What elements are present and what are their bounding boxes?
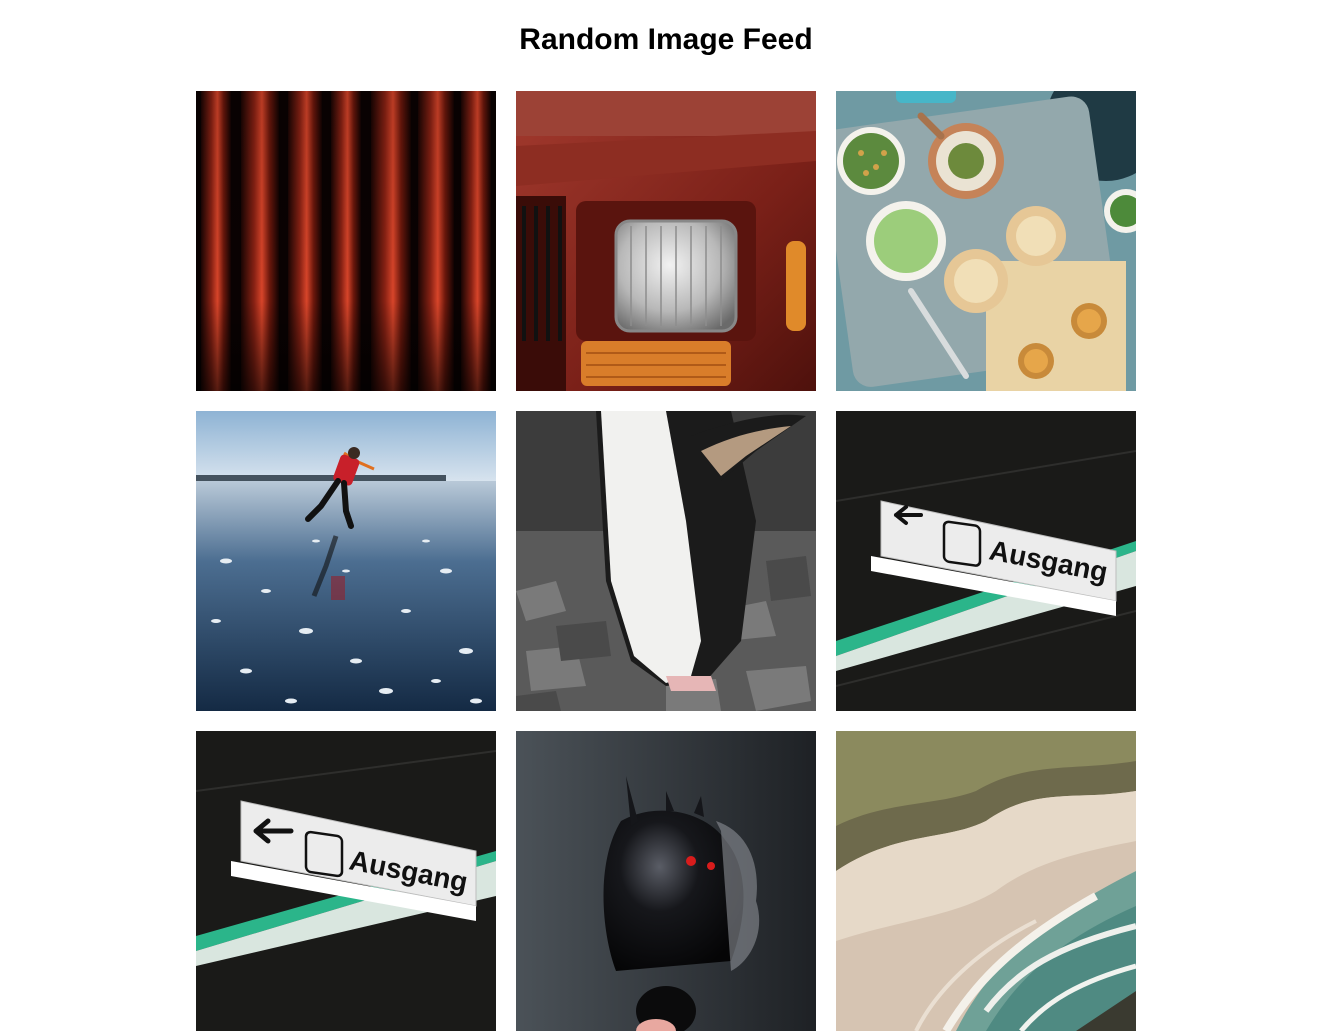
feed-image-exit-sign[interactable]: Ausgang — [836, 411, 1136, 711]
page-title: Random Image Feed — [519, 23, 813, 56]
coast-photo — [836, 731, 1136, 1031]
sculpture-photo — [516, 731, 816, 1031]
feed-image-exit-sign[interactable]: Ausgang — [196, 731, 496, 1031]
food-photo — [836, 91, 1136, 391]
image-grid: Ausgang Ausgang — [196, 91, 1136, 1031]
curtain-photo — [196, 91, 496, 391]
feed-image-aerial-coast[interactable] — [836, 731, 1136, 1031]
exit-sign-photo: Ausgang — [836, 411, 1136, 711]
feed-image-ice-skater[interactable] — [196, 411, 496, 711]
exit-sign-photo: Ausgang — [196, 731, 496, 1031]
feed-image-food-tray[interactable] — [836, 91, 1136, 391]
penguin-photo — [516, 411, 816, 711]
feed-image-red-curtain[interactable] — [196, 91, 496, 391]
feed-image-car-headlight[interactable] — [516, 91, 816, 391]
car-photo — [516, 91, 816, 391]
feed-image-black-sculpture[interactable] — [516, 731, 816, 1031]
skater-photo — [196, 411, 496, 711]
feed-image-penguin[interactable] — [516, 411, 816, 711]
